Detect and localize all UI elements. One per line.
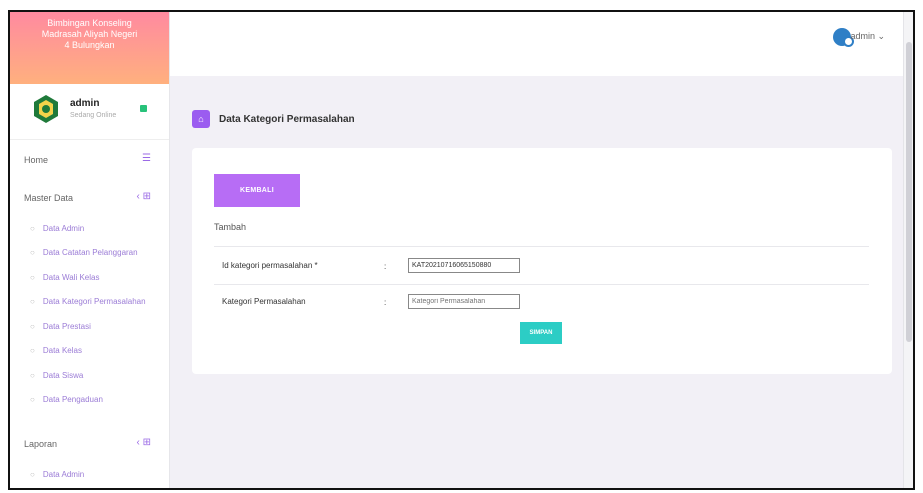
brand-line-1: Bimbingan Konseling [47, 18, 132, 28]
bullet-icon: ○ [30, 248, 35, 258]
sidebar-subitem-label: Data Prestasi [42, 321, 91, 331]
brand-header[interactable]: Bimbingan Konseling Madrasah Aliyah Nege… [10, 12, 169, 84]
sidebar-subitem-prestasi[interactable]: ○ Data Prestasi [10, 314, 169, 339]
user-name: admin [70, 98, 100, 109]
madrasah-logo-icon [34, 95, 58, 123]
colon: : [384, 298, 387, 307]
sidebar-subitem-label: Data Admin [42, 223, 85, 233]
sidebar-subitem-kategori-permasalahan[interactable]: ○ Data Kategori Permasalahan [10, 290, 169, 315]
app-window: Bimbingan Konseling Madrasah Aliyah Nege… [8, 10, 915, 490]
sidebar-subitem-laporan-data-admin[interactable]: ○ Data Admin [10, 462, 169, 487]
user-status: Sedang Online [70, 112, 117, 119]
form-subtitle: Tambah [214, 222, 247, 232]
kategori-permasalahan-input[interactable] [408, 294, 520, 309]
user-avatar-icon[interactable] [833, 28, 854, 47]
sidebar-item-label: Laporan [24, 439, 58, 449]
sidebar-subitem-label: Data Catatan Pelanggaran [42, 248, 138, 258]
master-data-submenu: ○ Data Admin ○ Data Catatan Pelanggaran ○ D… [10, 216, 169, 412]
sidebar-subitem-label: Data Wali Kelas [42, 272, 100, 282]
scrollbar[interactable] [903, 12, 913, 488]
menu-icon: ☰ [142, 153, 151, 164]
bullet-icon: ○ [30, 346, 35, 356]
page-header: ⌂ Data Kategori Permasalahan [192, 110, 355, 128]
bullet-icon: ○ [30, 223, 35, 233]
sidebar-subitem-label: Data Kategori Permasalahan [42, 297, 146, 307]
bullet-icon: ○ [30, 272, 35, 282]
kategori-field-label: Kategori Permasalahan [222, 297, 306, 306]
sidebar-item-home[interactable]: Home ☰ [10, 140, 169, 178]
main-content: ⌂ Data Kategori Permasalahan KEMBALI Tam… [170, 76, 913, 488]
sidebar-item-master-data[interactable]: Master Data ‹ ⊞ [10, 178, 169, 216]
bullet-icon: ○ [30, 321, 35, 331]
sidebar-item-laporan[interactable]: Laporan ‹ ⊞ [10, 424, 169, 462]
brand-line-3: 4 Bulungkan [64, 40, 115, 50]
home-icon: ⌂ [192, 110, 210, 128]
sidebar-subitem-data-admin[interactable]: ○ Data Admin [10, 216, 169, 241]
sidebar-subitem-kelas[interactable]: ○ Data Kelas [10, 339, 169, 364]
divider [214, 246, 869, 247]
sidebar-subitem-label: Data Admin [42, 469, 85, 479]
scrollbar-thumb[interactable] [906, 42, 912, 342]
bullet-icon: ○ [30, 469, 35, 479]
sidebar-item-label: Home [24, 155, 49, 165]
back-button[interactable]: KEMBALI [214, 174, 300, 207]
divider [214, 284, 869, 285]
user-dropdown[interactable]: admin ⌄ [850, 31, 885, 42]
laporan-submenu: ○ Data Admin [10, 462, 169, 487]
save-button[interactable]: SIMPAN [520, 322, 562, 344]
brand-line-2: Madrasah Aliyah Negeri [41, 29, 138, 39]
id-kategori-input[interactable] [408, 258, 520, 273]
sidebar-item-label: Master Data [24, 193, 74, 203]
sidebar-subitem-label: Data Siswa [42, 370, 84, 380]
form-row-kategori: Kategori Permasalahan : [222, 288, 862, 318]
form-card: KEMBALI Tambah Id kategori permasalahan … [192, 148, 892, 374]
colon: : [384, 262, 387, 271]
sidebar: Bimbingan Konseling Madrasah Aliyah Nege… [10, 12, 170, 488]
topbar: admin ⌄ [170, 12, 913, 76]
online-status-icon [140, 105, 147, 112]
chevron-left-icon: ‹ ⊞ [136, 437, 152, 448]
chevron-left-icon: ‹ ⊞ [136, 191, 152, 202]
form-row-id: Id kategori permasalahan * : [222, 252, 862, 282]
sidebar-subitem-pengaduan[interactable]: ○ Data Pengaduan [10, 388, 169, 413]
bullet-icon: ○ [30, 297, 35, 307]
bullet-icon: ○ [30, 370, 35, 380]
id-field-label: Id kategori permasalahan * [222, 261, 318, 270]
user-panel: admin Sedang Online [10, 84, 169, 140]
sidebar-subitem-siswa[interactable]: ○ Data Siswa [10, 363, 169, 388]
sidebar-subitem-wali-kelas[interactable]: ○ Data Wali Kelas [10, 265, 169, 290]
bullet-icon: ○ [30, 395, 35, 405]
sidebar-subitem-label: Data Pengaduan [42, 395, 103, 405]
sidebar-subitem-label: Data Kelas [42, 346, 82, 356]
page-title: Data Kategori Permasalahan [219, 113, 355, 125]
sidebar-subitem-catatan-pelanggaran[interactable]: ○ Data Catatan Pelanggaran [10, 241, 169, 266]
